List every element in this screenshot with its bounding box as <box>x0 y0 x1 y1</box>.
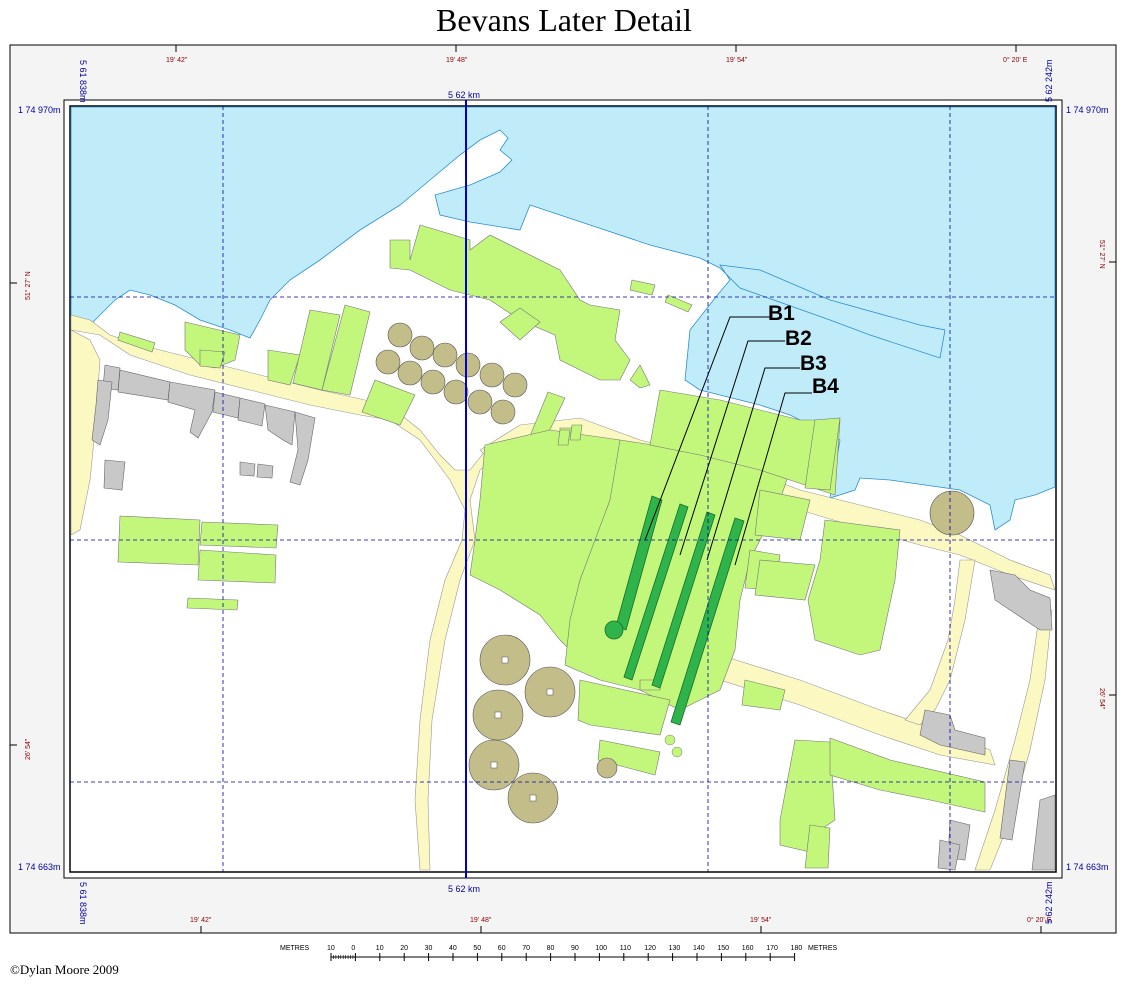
label-b1: B1 <box>768 302 795 325</box>
easting-left-bottom: 5 61 838m <box>78 882 88 925</box>
scalebar-tick-label: 80 <box>547 945 555 952</box>
label-b2: B2 <box>785 327 812 350</box>
scalebar-tick-label: 160 <box>742 945 754 952</box>
northing-bottom-right: 1 74 663m <box>1066 862 1109 872</box>
scalebar-unit-right: METRES <box>808 945 838 952</box>
label-b3: B3 <box>800 352 827 375</box>
copyright-credit: ©Dylan Moore 2009 <box>10 962 119 977</box>
scalebar-tick-label: 180 <box>791 945 803 952</box>
easting-mid-top: 5 62 km <box>448 90 480 100</box>
lat-tick-label-4: 26' 54" <box>1098 688 1105 710</box>
map-canvas: 19' 42" 19' 48" 19' 54" 0° 20' E 19' 42"… <box>9 44 1117 961</box>
scalebar-tick-label: 0 <box>351 945 355 952</box>
scalebar-unit-left: METRES <box>280 945 310 952</box>
long-tick-label-1: 19' 42" <box>166 57 188 64</box>
lat-tick-label-2: 26' 54" <box>25 738 32 760</box>
northing-top-left: 1 74 970m <box>18 105 61 115</box>
long-tick-label-5: 19' 42" <box>190 917 212 924</box>
label-b4: B4 <box>812 375 839 398</box>
lat-tick-label-3: 51° 27' N <box>1098 240 1106 269</box>
scale-bar: METRES METRES 10 0 10 20 30 40 50 60 70 80 90 100 11… <box>280 945 838 961</box>
scalebar-tick-label: 70 <box>522 945 530 952</box>
lat-tick-label-1: 51° 27' N <box>24 271 32 300</box>
scalebar-tick-label: 170 <box>766 945 778 952</box>
scalebar-tick-label: 20 <box>400 945 408 952</box>
easting-mid-bottom: 5 62 km <box>448 884 480 894</box>
scalebar-tick-label: 30 <box>425 945 433 952</box>
easting-left-top: 5 61 838m <box>78 60 88 103</box>
scalebar-tick-label: 50 <box>473 945 481 952</box>
easting-right-bottom: 5 62 242m <box>1044 881 1054 924</box>
easting-right-top: 5 62 242m <box>1044 59 1054 102</box>
scalebar-tick-label: 10 <box>327 945 335 952</box>
scalebar-tick-label: 140 <box>693 945 705 952</box>
scalebar-tick-label: 100 <box>595 945 607 952</box>
scalebar-tick-label: 120 <box>644 945 656 952</box>
scalebar-tick-label: 110 <box>620 945 631 952</box>
scalebar-tick-label: 40 <box>449 945 457 952</box>
long-tick-label-3: 19' 54" <box>726 57 748 64</box>
scalebar-tick-label: 90 <box>571 945 579 952</box>
scalebar-tick-label: 150 <box>717 945 729 952</box>
long-tick-label-6: 19' 48" <box>470 917 492 924</box>
scalebar-tick-label: 130 <box>669 945 681 952</box>
long-tick-label-7: 19' 54" <box>750 917 772 924</box>
northing-bottom-left: 1 74 663m <box>18 862 61 872</box>
long-tick-label-2: 19' 48" <box>446 57 468 64</box>
scalebar-tick-label: 10 <box>376 945 384 952</box>
long-tick-label-4: 0° 20' E <box>1003 56 1028 64</box>
scalebar-tick-label: 60 <box>498 945 506 952</box>
northing-top-right: 1 74 970m <box>1066 105 1109 115</box>
